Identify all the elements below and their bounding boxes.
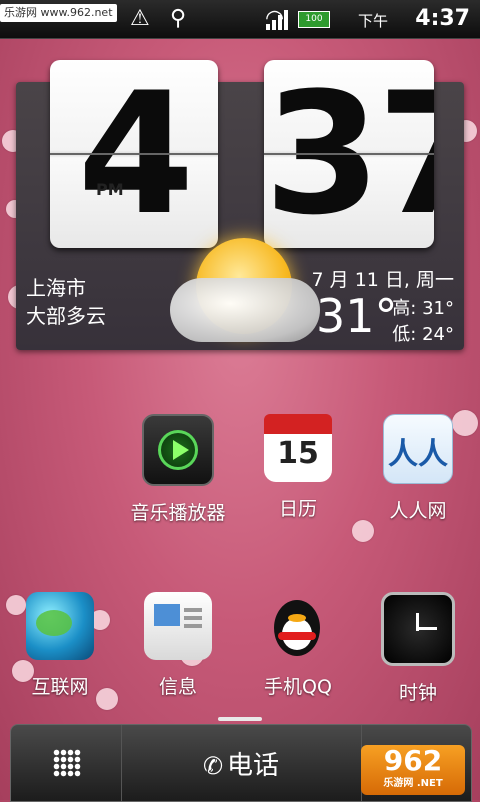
phone-label: 电话 xyxy=(227,751,280,781)
app-label: 音乐播放器 xyxy=(130,502,226,524)
grid-icon xyxy=(53,749,81,777)
phone-icon: ✆ xyxy=(202,752,224,780)
status-ampm: 下午 xyxy=(357,12,388,30)
logo-text: 乐游网 .NET xyxy=(383,778,443,789)
messages-icon xyxy=(144,592,212,660)
dock-bar: ✆ 电话 962 乐游网 .NET xyxy=(10,724,472,802)
watermark-label: 乐游网 www.962.net xyxy=(0,4,117,22)
weather-date: 7 月 11 日, 周一 xyxy=(311,269,454,291)
weather-condition: 大部多云 xyxy=(26,304,106,328)
app-label: 信息 xyxy=(158,676,197,698)
all-apps-button[interactable] xyxy=(11,725,122,801)
app-label: 人人网 xyxy=(389,500,447,522)
cloud-icon xyxy=(170,278,320,342)
usb-icon: ⚲ xyxy=(170,6,187,31)
app-label: 手机QQ xyxy=(264,676,332,698)
low-temperature: 低: 24° xyxy=(392,324,454,345)
app-label: 时钟 xyxy=(398,682,437,704)
app-music-player[interactable]: 音乐播放器 xyxy=(118,414,238,525)
current-temperature: 31° xyxy=(316,289,398,343)
app-internet[interactable]: 互联网 xyxy=(0,592,120,699)
app-messages[interactable]: 信息 xyxy=(118,592,238,699)
blossom-decoration xyxy=(352,520,374,542)
app-renren[interactable]: 人人 人人网 xyxy=(358,414,478,523)
status-time: 4:37 xyxy=(415,6,470,31)
app-calendar[interactable]: 15 日历 xyxy=(238,414,358,521)
music-player-icon xyxy=(142,414,214,486)
962-logo: 962 乐游网 .NET xyxy=(361,745,465,795)
renren-icon: 人人 xyxy=(383,414,453,484)
calendar-icon: 15 xyxy=(264,414,332,482)
hour-flip-card: 4 PM xyxy=(50,60,218,248)
signal-icon xyxy=(266,8,294,30)
app-mobile-qq[interactable]: 手机QQ xyxy=(238,592,358,699)
phone-button[interactable]: ✆ 电话 xyxy=(121,725,362,801)
renren-icon-text: 人人 xyxy=(388,437,448,472)
drawer-handle[interactable] xyxy=(218,717,262,721)
app-label: 互联网 xyxy=(31,676,89,698)
globe-icon xyxy=(26,592,94,660)
minute-flip-card: 37 xyxy=(264,60,434,248)
ampm-label: PM xyxy=(96,180,124,199)
status-bar: 乐游网 www.962.net ⚠ ⚲ ◠ 100 下午 4:37 xyxy=(0,0,480,39)
app-label: 日历 xyxy=(278,498,317,520)
battery-icon: 100 xyxy=(298,11,330,28)
clock-icon xyxy=(381,592,455,666)
app-clock[interactable]: 时钟 xyxy=(358,592,478,705)
warning-icon: ⚠ xyxy=(130,6,150,31)
calendar-icon-day: 15 xyxy=(277,436,319,471)
high-temperature: 高: 31° xyxy=(392,298,454,319)
logo-number: 962 xyxy=(383,744,443,777)
weather-city: 上海市 xyxy=(26,276,86,300)
qq-penguin-icon xyxy=(264,592,332,660)
